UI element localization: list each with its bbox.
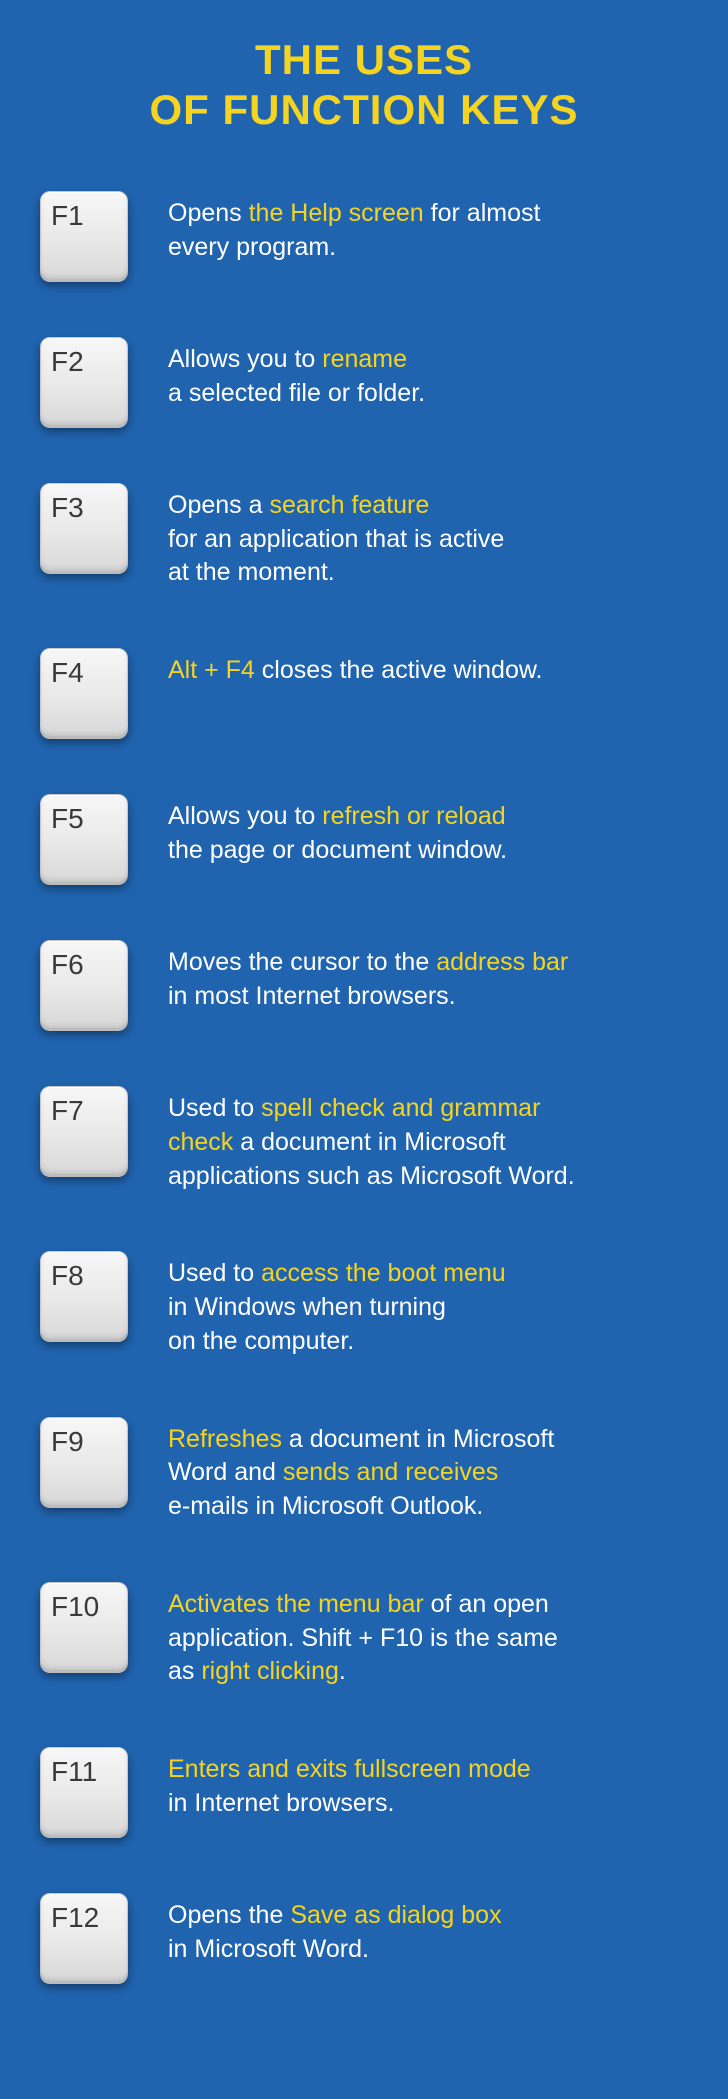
page-title: THE USES OF FUNCTION KEYS: [30, 35, 698, 136]
keycap-label: F9: [51, 1426, 84, 1458]
key-row: F3 Opens a search feature for an applicat…: [30, 483, 698, 590]
key-description: Activates the menu bar of an open applic…: [168, 1582, 698, 1689]
keycap-label: F2: [51, 346, 84, 378]
key-description: Enters and exits fullscreen mode in Inte…: [168, 1747, 698, 1821]
key-description: Used to access the boot menu in Windows …: [168, 1251, 698, 1358]
keycap-f4: F4: [40, 648, 128, 736]
key-description: Alt + F4 closes the active window.: [168, 648, 698, 688]
highlight-text: Enters and exits fullscreen mode: [168, 1755, 531, 1783]
description-text: Allows you to: [168, 345, 322, 373]
keycap-f9: F9: [40, 1417, 128, 1505]
keycap-f2: F2: [40, 337, 128, 425]
keycap-label: F4: [51, 657, 84, 689]
description-text: the page or document window.: [168, 836, 507, 864]
key-description: Allows you to rename a selected file or …: [168, 337, 698, 411]
highlight-text: rename: [322, 345, 407, 373]
key-list: F1 Opens the Help screen for almost every…: [30, 191, 698, 1981]
highlight-text: address bar: [436, 948, 568, 976]
description-text: in most Internet browsers.: [168, 982, 456, 1010]
keycap-f5: F5: [40, 794, 128, 882]
keycap-label: F12: [51, 1902, 99, 1934]
description-text: closes the active window.: [255, 656, 543, 684]
description-text: Opens a: [168, 491, 269, 519]
key-row: F6 Moves the cursor to the address bar in…: [30, 940, 698, 1028]
key-row: F1 Opens the Help screen for almost every…: [30, 191, 698, 279]
keycap-label: F6: [51, 949, 84, 981]
key-row: F7 Used to spell check and grammar check …: [30, 1086, 698, 1193]
description-text: Moves the cursor to the: [168, 948, 436, 976]
description-text: Opens: [168, 199, 249, 227]
keycap-label: F10: [51, 1591, 99, 1623]
keycap-label: F7: [51, 1095, 84, 1127]
key-row: F12 Opens the Save as dialog box in Micro…: [30, 1893, 698, 1981]
description-text: .: [339, 1657, 346, 1685]
description-text: in Internet browsers.: [168, 1789, 395, 1817]
key-row: F2 Allows you to rename a selected file o…: [30, 337, 698, 425]
keycap-f1: F1: [40, 191, 128, 279]
description-text: for an application that is active at the…: [168, 525, 504, 587]
description-text: e-mails in Microsoft Outlook.: [168, 1492, 483, 1520]
key-description: Opens the Save as dialog box in Microsof…: [168, 1893, 698, 1967]
description-text: a selected file or folder.: [168, 379, 425, 407]
key-description: Used to spell check and grammar check a …: [168, 1086, 698, 1193]
key-row: F9 Refreshes a document in Microsoft Word…: [30, 1417, 698, 1524]
highlight-text: sends and receives: [283, 1458, 498, 1486]
description-text: Opens the: [168, 1901, 290, 1929]
keycap-label: F8: [51, 1260, 84, 1292]
page: THE USES OF FUNCTION KEYS F1 Opens the He…: [0, 0, 728, 2099]
key-row: F5 Allows you to refresh or reload the pa…: [30, 794, 698, 882]
key-description: Refreshes a document in Microsoft Word a…: [168, 1417, 698, 1524]
description-text: Allows you to: [168, 802, 322, 830]
keycap-label: F5: [51, 803, 84, 835]
keycap-label: F3: [51, 492, 84, 524]
keycap-f8: F8: [40, 1251, 128, 1339]
key-row: F11 Enters and exits fullscreen mode in I…: [30, 1747, 698, 1835]
highlight-text: Activates the menu bar: [168, 1590, 424, 1618]
highlight-text: Refreshes: [168, 1425, 282, 1453]
highlight-text: Alt + F4: [168, 656, 255, 684]
keycap-f10: F10: [40, 1582, 128, 1670]
highlight-text: refresh or reload: [322, 802, 505, 830]
keycap-f11: F11: [40, 1747, 128, 1835]
description-text: in Microsoft Word.: [168, 1935, 369, 1963]
description-text: Used to: [168, 1094, 261, 1122]
description-text: in Windows when turning on the computer.: [168, 1293, 446, 1355]
highlight-text: Save as dialog box: [290, 1901, 501, 1929]
key-row: F8 Used to access the boot menu in Window…: [30, 1251, 698, 1358]
key-description: Opens a search feature for an applicatio…: [168, 483, 698, 590]
title-line-2: OF FUNCTION KEYS: [149, 86, 578, 133]
highlight-text: the Help screen: [249, 199, 424, 227]
keycap-label: F11: [51, 1756, 97, 1788]
key-row: F4 Alt + F4 closes the active window.: [30, 648, 698, 736]
highlight-text: search feature: [269, 491, 429, 519]
highlight-text: access the boot menu: [261, 1259, 506, 1287]
highlight-text: right clicking: [201, 1657, 339, 1685]
description-text: Used to: [168, 1259, 261, 1287]
keycap-f3: F3: [40, 483, 128, 571]
key-description: Moves the cursor to the address bar in m…: [168, 940, 698, 1014]
key-row: F10 Activates the menu bar of an open app…: [30, 1582, 698, 1689]
key-description: Opens the Help screen for almost every p…: [168, 191, 698, 265]
keycap-label: F1: [51, 200, 84, 232]
keycap-f7: F7: [40, 1086, 128, 1174]
keycap-f6: F6: [40, 940, 128, 1028]
keycap-f12: F12: [40, 1893, 128, 1981]
key-description: Allows you to refresh or reload the page…: [168, 794, 698, 868]
title-line-1: THE USES: [255, 36, 473, 83]
